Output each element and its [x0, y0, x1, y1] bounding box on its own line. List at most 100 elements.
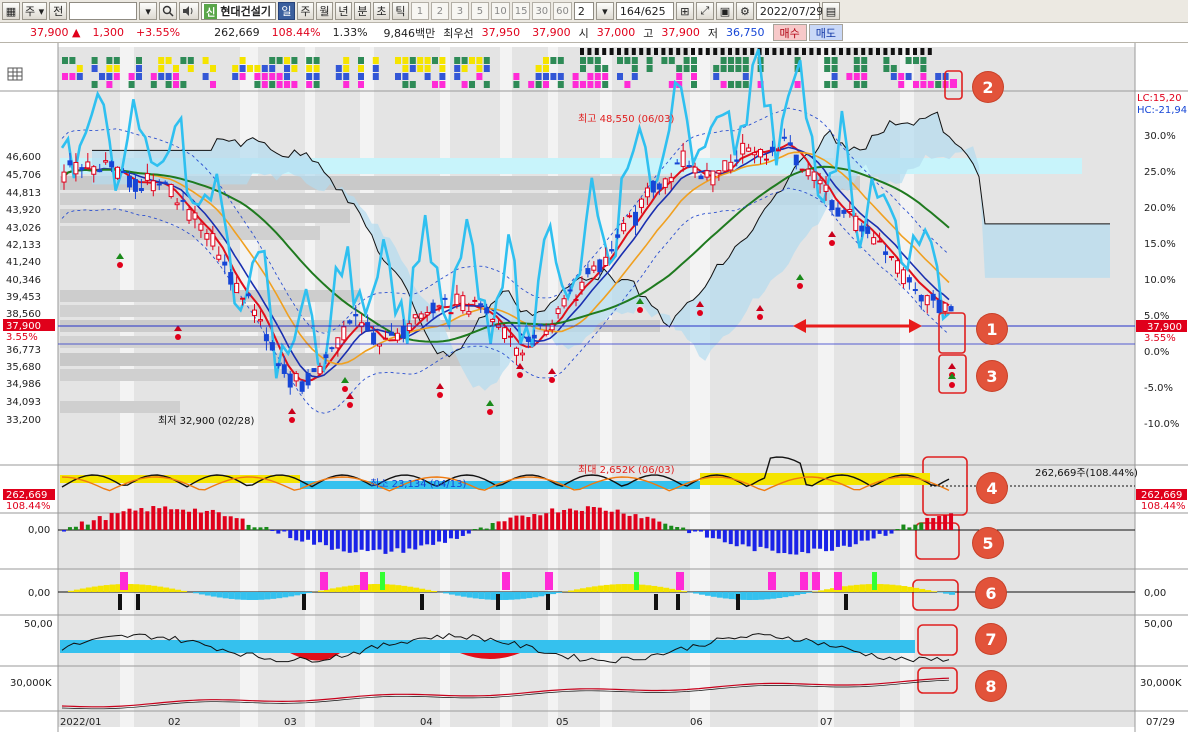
period-month[interactable]: 월 [315, 2, 333, 20]
candle-body [371, 332, 377, 345]
signal-flag [779, 48, 784, 55]
osc-spike [844, 594, 848, 610]
osc-bar [526, 592, 533, 599]
right-tick: -10.0% [1144, 419, 1179, 430]
period-day[interactable]: 일 [277, 2, 295, 20]
macd-bar [133, 510, 138, 530]
period-year[interactable]: 년 [334, 2, 352, 20]
save-icon[interactable]: ▣ [715, 2, 734, 20]
interval-15[interactable]: 15 [511, 2, 531, 20]
osc-bar [895, 585, 902, 592]
chart-tools-icon[interactable]: ⊞ [675, 2, 694, 20]
candle-body [793, 154, 799, 166]
period-minute[interactable]: 분 [353, 2, 371, 20]
menu-icon[interactable]: ▦ [2, 2, 20, 20]
period-tick[interactable]: 틱 [391, 2, 409, 20]
interval-2[interactable]: 2 [430, 2, 449, 20]
signal-cell [269, 81, 276, 88]
osc-bar [907, 586, 914, 592]
candle-body [805, 168, 811, 177]
signal-cell [646, 65, 653, 72]
candle-body [442, 297, 448, 300]
osc-bar [931, 591, 938, 592]
signal-flag [883, 48, 888, 55]
signal-cell [513, 73, 520, 80]
osc-bar [681, 591, 688, 592]
right-tick: 0.0% [1144, 347, 1169, 358]
stock-chart-svg[interactable]: 46,600 45,706 44,813 43,920 43,026 42,13… [0, 43, 1188, 732]
signal-flag [609, 48, 614, 55]
signal-cell [158, 57, 165, 64]
candle-body [883, 251, 889, 255]
buy-button[interactable]: 매수 [772, 24, 807, 41]
market-select[interactable]: 주 ▾ [22, 2, 48, 20]
interval-3[interactable]: 3 [450, 2, 469, 20]
candle-body [835, 207, 841, 217]
sell-button[interactable]: 매도 [808, 24, 844, 41]
macd-axis-left: 0,00 [28, 525, 50, 536]
signal-cell [720, 57, 727, 64]
marker-4: 4 [977, 473, 1007, 503]
osc-bar [889, 584, 896, 592]
signal-flag [853, 48, 858, 55]
search-icon[interactable] [159, 2, 178, 20]
signal-cell [572, 73, 579, 80]
signal-cell [831, 81, 838, 88]
osc-bar [925, 590, 932, 592]
signal-cell [905, 73, 912, 80]
gear-icon[interactable]: ⚙ [735, 2, 754, 20]
code-dropdown-icon[interactable]: ▾ [139, 2, 158, 20]
period-second[interactable]: 초 [372, 2, 390, 20]
interval-dropdown-icon[interactable]: ▾ [595, 2, 614, 20]
macd-bar [454, 530, 459, 539]
speaker-icon[interactable] [179, 2, 200, 20]
signal-cell [91, 65, 98, 72]
macd-bar [740, 530, 745, 545]
count-field[interactable]: 164/625 [615, 2, 674, 20]
stock-name-field[interactable]: 신 현대건설기 [201, 2, 276, 20]
interval-5[interactable]: 5 [470, 2, 489, 20]
rsi-band [60, 640, 915, 653]
date-field[interactable]: 2022/07/29 [755, 2, 823, 20]
osc-bar [300, 592, 307, 595]
interval-10[interactable]: 10 [490, 2, 510, 20]
osc-bar [514, 592, 521, 600]
left-tick: 38,560 [6, 309, 41, 320]
chart-area[interactable]: 46,600 45,706 44,813 43,920 43,026 42,13… [0, 43, 1188, 732]
calendar-icon[interactable]: ▤ [821, 2, 840, 20]
macd-bar [859, 530, 864, 541]
grid-toggle-icon[interactable] [7, 67, 23, 81]
macd-bar [907, 527, 912, 530]
interval-1[interactable]: 1 [410, 2, 429, 20]
candle-body [716, 170, 722, 174]
signal-cell [424, 65, 431, 72]
macd-bar [192, 508, 197, 530]
candle-body [609, 249, 615, 252]
prev-button[interactable]: 전 [49, 2, 68, 20]
osc-bar [859, 584, 866, 592]
interval-30[interactable]: 30 [532, 2, 552, 20]
osc-bar [579, 588, 586, 592]
candle-body [311, 368, 317, 373]
chart-draw-icon[interactable]: ⤢ [695, 2, 714, 20]
osc-bar [710, 592, 717, 597]
signal-cell [853, 65, 860, 72]
macd-bar [401, 530, 406, 553]
period-week[interactable]: 주 [296, 2, 314, 20]
date-label: 05 [556, 717, 569, 728]
candle-body [603, 256, 609, 267]
candle-body [377, 343, 383, 347]
osc-spike [834, 572, 842, 590]
osc-bar [460, 592, 467, 597]
code-input[interactable] [69, 2, 138, 20]
signal-cell [594, 81, 601, 88]
candle-body [847, 208, 853, 213]
interval-60[interactable]: 60 [553, 2, 572, 20]
signal-cell [432, 57, 438, 64]
interval-input[interactable]: 2 [573, 2, 594, 20]
candle-body [436, 305, 442, 308]
osc-bar [556, 592, 563, 593]
signal-cell [535, 65, 542, 72]
candle-body [210, 233, 216, 247]
osc-bar [901, 586, 908, 592]
